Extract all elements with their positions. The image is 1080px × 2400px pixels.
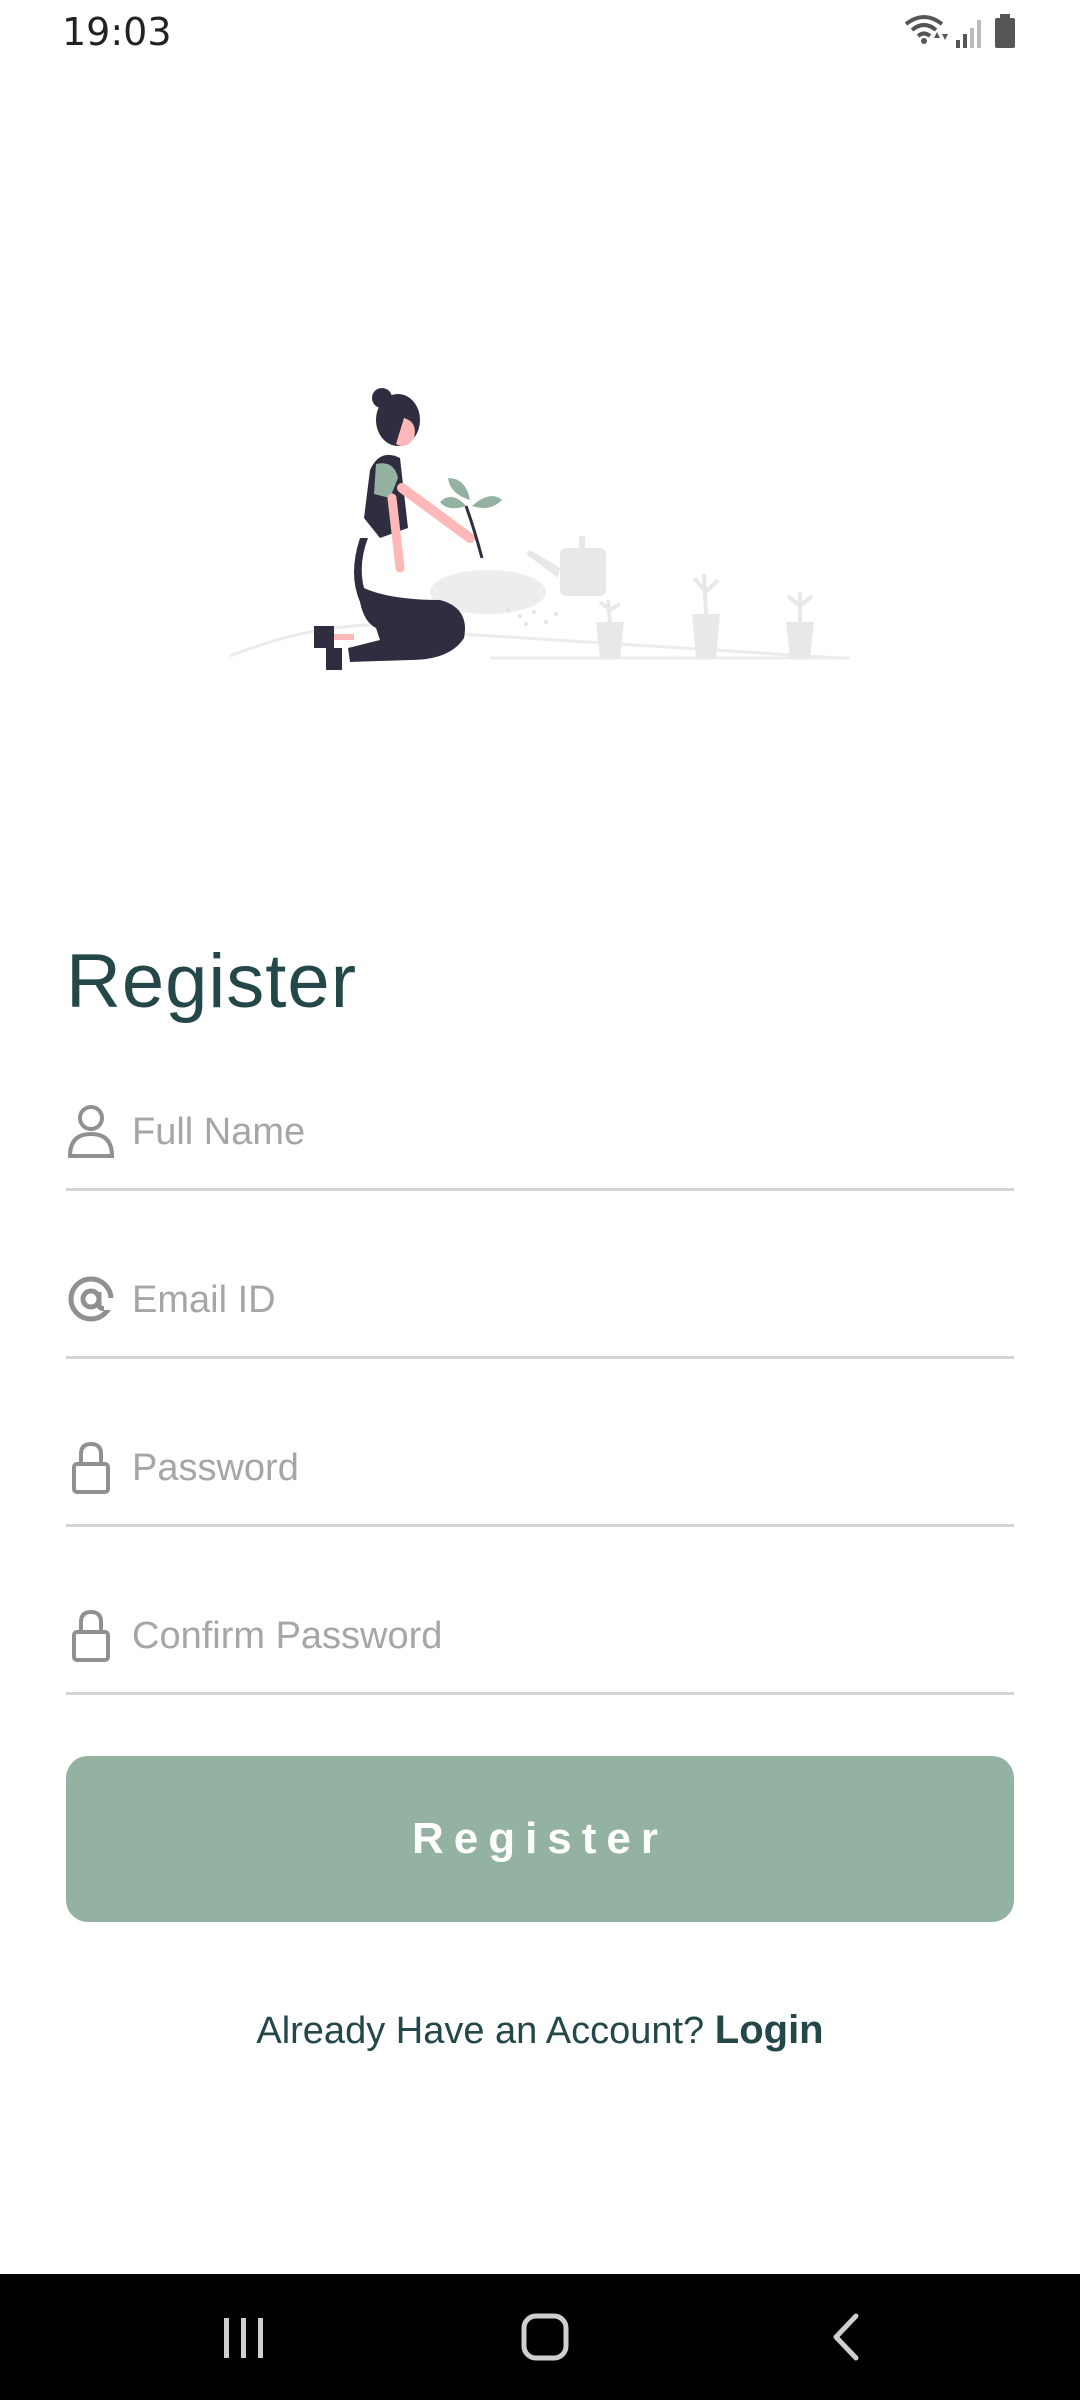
recent-apps-icon[interactable] (204, 2304, 284, 2370)
back-icon[interactable] (808, 2304, 888, 2370)
confirm-password-input[interactable] (132, 1608, 992, 1664)
status-icons (904, 14, 1015, 48)
user-icon (67, 1105, 115, 1158)
at-sign-icon (68, 1276, 116, 1322)
password-input[interactable] (132, 1440, 992, 1496)
email-field (66, 1236, 1014, 1359)
home-icon[interactable] (506, 2304, 586, 2370)
full-name-field (66, 1068, 1014, 1191)
wifi-icon (904, 15, 948, 44)
pot-illustration-3 (786, 592, 814, 658)
password-field (66, 1404, 1014, 1527)
status-time: 19:03 (62, 10, 172, 54)
pot-illustration-2 (692, 573, 720, 658)
gardening-illustration (230, 388, 850, 670)
battery-icon (995, 14, 1015, 48)
login-prompt-text: Already Have an Account? (256, 2010, 705, 2052)
lock-icon (72, 1441, 110, 1494)
login-prompt-row: Already Have an Account? Login (0, 2008, 1080, 2053)
signal-icon (956, 20, 981, 48)
register-button[interactable]: Register (66, 1756, 1014, 1922)
page-title: Register (66, 939, 357, 1024)
lock-icon (72, 1609, 110, 1662)
pot-illustration-1 (596, 599, 624, 658)
email-input[interactable] (132, 1272, 992, 1328)
status-bar: 19:03 (0, 0, 1080, 66)
full-name-input[interactable] (132, 1104, 992, 1160)
confirm-password-field (66, 1572, 1014, 1695)
login-link[interactable]: Login (715, 2008, 824, 2052)
navigation-bar (0, 2274, 1080, 2400)
